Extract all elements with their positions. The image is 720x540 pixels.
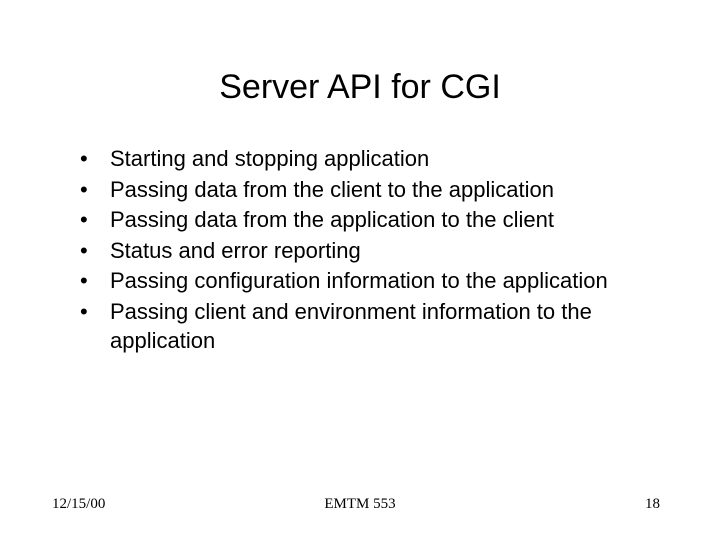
bullet-dot: • <box>80 298 88 327</box>
slide-title: Server API for CGI <box>0 0 720 145</box>
list-item: • Status and error reporting <box>80 237 660 266</box>
list-item: • Passing data from the client to the app… <box>80 176 660 205</box>
list-item-text: Passing configuration information to the… <box>110 268 608 293</box>
list-item-text: Passing data from the client to the appl… <box>110 177 554 202</box>
bullet-dot: • <box>80 267 88 296</box>
list-item: • Starting and stopping application <box>80 145 660 174</box>
slide: Server API for CGI • Starting and stoppin… <box>0 0 720 540</box>
bullet-dot: • <box>80 206 88 235</box>
list-item-text: Starting and stopping application <box>110 146 429 171</box>
footer-date: 12/15/00 <box>52 496 105 513</box>
list-item: • Passing data from the application to th… <box>80 206 660 235</box>
footer-page: 18 <box>645 496 660 513</box>
list-item: • Passing client and environment informat… <box>80 298 660 355</box>
bullet-dot: • <box>80 176 88 205</box>
bullet-list: • Starting and stopping application • Pass… <box>0 145 720 355</box>
list-item: • Passing configuration information to th… <box>80 267 660 296</box>
list-item-text: Passing data from the application to the… <box>110 207 554 232</box>
footer-course: EMTM 553 <box>324 496 395 513</box>
bullet-dot: • <box>80 145 88 174</box>
list-item-text: Passing client and environment informati… <box>110 299 592 353</box>
bullet-dot: • <box>80 237 88 266</box>
list-item-text: Status and error reporting <box>110 238 361 263</box>
